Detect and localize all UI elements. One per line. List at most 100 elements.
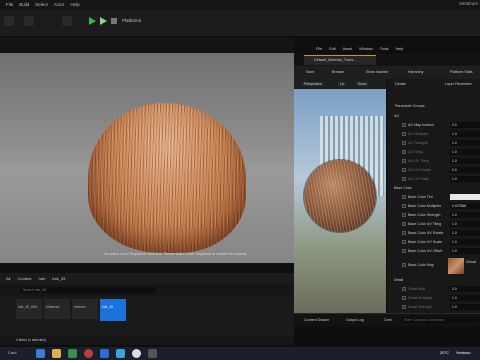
param-row[interactable]: Base Color UV Rotate 1.0 (386, 229, 480, 238)
add-actor-icon[interactable] (62, 16, 72, 26)
param-row[interactable]: Base Color UV Tiling 1.0 (386, 220, 480, 229)
param-row[interactable]: Base Color Strength 1.0 (386, 211, 480, 220)
param-checkbox[interactable] (402, 177, 406, 181)
output-log-button[interactable]: Output Log (346, 318, 364, 322)
lit-button[interactable]: Lit (338, 82, 346, 86)
param-checkbox[interactable] (402, 296, 406, 300)
mat-menu-help[interactable]: Help (396, 47, 404, 51)
param-row[interactable]: Base Color Multiplier 0.027868 (386, 202, 480, 211)
mat-menu-window[interactable]: Window (359, 47, 373, 51)
platforms-button[interactable]: Platforms (122, 18, 141, 23)
menu-actor[interactable]: Actor (54, 2, 65, 7)
param-row[interactable]: AO UV Rotate 0.0 (386, 166, 480, 175)
param-checkbox[interactable] (402, 240, 406, 244)
asset-tile-selected[interactable]: hair_45 (100, 299, 126, 321)
breadcrumb-all[interactable]: All (6, 276, 10, 281)
param-value[interactable]: 1.0 (450, 140, 480, 146)
param-value[interactable]: 1.0 (450, 304, 480, 310)
param-value[interactable]: 0.0 (450, 286, 480, 292)
perspective-button[interactable]: Perspective (302, 82, 324, 86)
param-row[interactable]: AO Multiplier 1.0 (386, 130, 480, 139)
param-value[interactable]: 0.0 (450, 167, 480, 173)
param-row[interactable]: AO Strength 1.0 (386, 139, 480, 148)
mat-menu-edit[interactable]: Edit (329, 47, 336, 51)
cmd-button[interactable]: Cmd (384, 318, 392, 322)
asset-tile[interactable]: hair_45_AIM (16, 299, 42, 319)
breadcrumb-content[interactable]: Content (17, 276, 31, 281)
param-row[interactable]: AO Tiling 1.0 (386, 148, 480, 157)
menu-file[interactable]: File (6, 2, 13, 7)
app-icon[interactable] (148, 349, 157, 358)
preview-sphere[interactable] (304, 160, 376, 232)
group-base-color[interactable]: Base Color (386, 184, 480, 193)
param-checkbox[interactable] (402, 287, 406, 291)
platform-stats-button[interactable]: Platform Stats (450, 70, 473, 74)
param-checkbox[interactable] (402, 132, 406, 136)
breadcrumb-hair45[interactable]: hair_45 (52, 276, 65, 281)
play-controls[interactable] (88, 16, 118, 26)
param-row[interactable]: AO Map Instruct 0.0 (386, 121, 480, 130)
param-row[interactable]: AO UV Scale 1.0 (386, 175, 480, 184)
param-row[interactable]: Base Color Tint (386, 193, 480, 202)
show-inactive-button[interactable]: Show Inactive (366, 70, 388, 74)
texture-thumbnail[interactable] (448, 258, 464, 274)
menu-build[interactable]: Build (19, 2, 29, 7)
details-tab[interactable]: Details (395, 82, 406, 86)
content-search-input[interactable]: Search hair_45 (20, 287, 156, 293)
param-checkbox[interactable] (402, 263, 406, 267)
color-swatch[interactable] (450, 194, 480, 200)
param-value[interactable]: 1.0 (450, 149, 480, 155)
param-row[interactable]: Detail Multiplier 1.0 (386, 294, 480, 303)
param-value[interactable]: 1.0 (450, 176, 480, 182)
param-value[interactable]: 1.0 (450, 295, 480, 301)
app-icon[interactable] (116, 349, 125, 358)
level-viewport[interactable]: No active Level Sequencer detected. Plea… (0, 37, 294, 263)
asset-tile[interactable]: textures (72, 299, 98, 319)
save-button[interactable]: Save (306, 70, 314, 74)
param-checkbox[interactable] (402, 305, 406, 309)
param-row[interactable]: Detail Map 0.0 (386, 285, 480, 294)
param-checkbox[interactable] (402, 213, 406, 217)
param-value[interactable]: 1.0 (450, 212, 480, 218)
param-value[interactable]: 1.0 (450, 248, 480, 254)
param-checkbox[interactable] (402, 204, 406, 208)
content-drawer-button[interactable]: Content Drawer (304, 318, 329, 322)
mat-menu-tools[interactable]: Tools (380, 47, 389, 51)
hierarchy-button[interactable]: Hierarchy (408, 70, 423, 74)
breadcrumb-hair[interactable]: hair (38, 276, 45, 281)
select-mode-icon[interactable] (24, 16, 34, 26)
group-detail[interactable]: Detail (386, 276, 480, 285)
unreal-icon[interactable] (132, 349, 141, 358)
browser-icon[interactable] (84, 349, 93, 358)
browse-button[interactable]: Browse (332, 70, 344, 74)
menu-help[interactable]: Help (70, 2, 79, 7)
mat-menu-asset[interactable]: Asset (343, 47, 353, 51)
param-row[interactable]: Detail Strength 1.0 (386, 303, 480, 312)
param-value[interactable]: 1.0 (450, 221, 480, 227)
param-row[interactable]: AO UV Tiling 1.0 (386, 157, 480, 166)
param-value[interactable]: 1.0 (450, 230, 480, 236)
param-value[interactable]: 0.0 (450, 122, 480, 128)
save-icon[interactable] (4, 16, 14, 26)
asset-tile[interactable]: Materials (44, 299, 70, 319)
param-row[interactable]: Base Color Map Default (386, 256, 480, 276)
param-checkbox[interactable] (402, 168, 406, 172)
group-ao[interactable]: AO (386, 112, 480, 121)
param-checkbox[interactable] (402, 123, 406, 127)
layer-parameter-tab[interactable]: Layer Parameter (445, 82, 472, 86)
param-value[interactable]: 1.0 (450, 158, 480, 164)
param-checkbox[interactable] (402, 141, 406, 145)
param-value[interactable]: 1.0 (450, 131, 480, 137)
parameter-groups-header[interactable]: Parameter Groups (395, 104, 425, 108)
param-checkbox[interactable] (402, 249, 406, 253)
param-checkbox[interactable] (402, 231, 406, 235)
start-icon[interactable] (36, 349, 45, 358)
app-icon[interactable] (100, 349, 109, 358)
material-tab[interactable]: Default_Material_Trans... (304, 55, 376, 65)
param-checkbox[interactable] (402, 195, 406, 199)
param-checkbox[interactable] (402, 150, 406, 154)
param-value[interactable]: 1.0 (450, 239, 480, 245)
hair-mesh[interactable] (88, 103, 246, 253)
cmd-label[interactable]: Cmd (8, 350, 16, 355)
param-row[interactable]: Base Color UV Offset 1.0 (386, 247, 480, 256)
